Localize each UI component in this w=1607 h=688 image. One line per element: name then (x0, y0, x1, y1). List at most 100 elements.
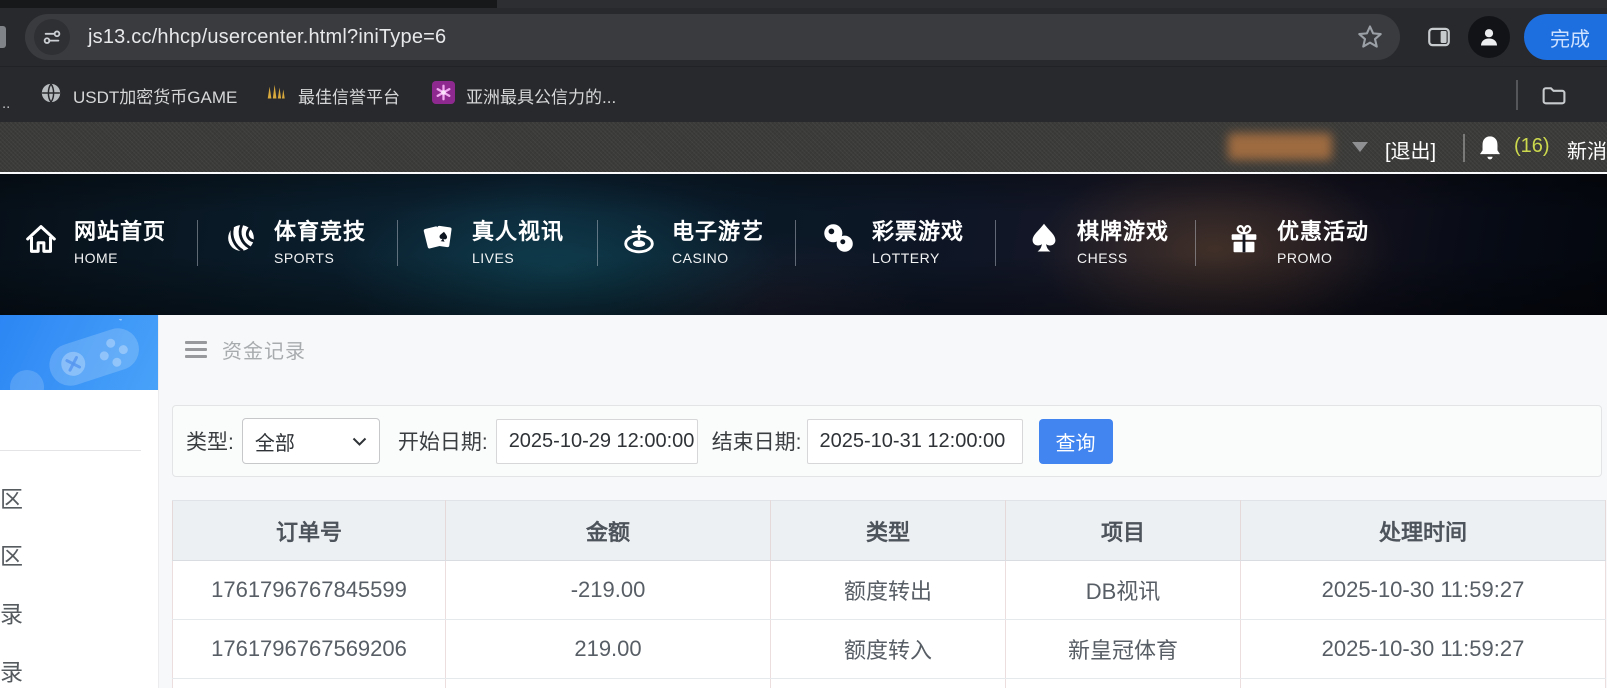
person-icon (1481, 29, 1497, 46)
nav-item-lottery[interactable]: 彩票游戏 LOTTERY (820, 214, 964, 266)
start-date-label: 开始日期: (397, 431, 488, 454)
nav-item-chess[interactable]: 棋牌游戏 CHESS (1025, 214, 1169, 266)
url-text: js13.cc/hhcp/usercenter.html?iniType=6 (88, 25, 447, 48)
gold-bars-icon (265, 82, 287, 109)
nav-zh-label: 棋牌游戏 (1077, 219, 1170, 244)
cell-type: 额度转入 (770, 619, 1006, 679)
spade-icon (1025, 219, 1063, 257)
sidebar-item[interactable]: 区 (0, 480, 48, 514)
end-date-input[interactable] (806, 418, 1023, 464)
username-redacted (1228, 133, 1332, 160)
partial-bookmark-label[interactable]: .. (2, 95, 10, 112)
type-label: 类型: (186, 431, 234, 454)
nav-en-label: SPORTS (274, 250, 335, 266)
purple-flower-icon (432, 81, 455, 109)
sidebar-item[interactable]: 录 (0, 653, 48, 687)
nav-en-label: PROMO (1277, 250, 1333, 266)
nav-divider (197, 220, 198, 266)
nav-divider (597, 220, 598, 266)
cell-order-id: 1761796767569206 (172, 619, 446, 679)
profile-avatar[interactable] (1468, 16, 1510, 58)
sidebar-item-label: 区 (0, 486, 23, 512)
cell-process-time: 2025-10-30 11:59:27 (1240, 619, 1606, 679)
query-button[interactable]: 查询 (1038, 418, 1113, 464)
table-row: 1761796767845599 -219.00 额度转出 DB视讯 2025-… (172, 560, 1606, 620)
nav-item-sports[interactable]: 体育竞技 SPORTS (222, 214, 366, 266)
cell-type: 额度转出 (770, 560, 1006, 620)
logout-link[interactable]: [退出] (1385, 135, 1436, 164)
cell-order-id: 1761796767845599 (172, 560, 446, 620)
end-date-label: 结束日期: (711, 431, 802, 454)
sports-ball-icon (222, 219, 260, 257)
site-header: [退出] (16) 新消息 (0, 122, 1607, 174)
address-bar[interactable]: js13.cc/hhcp/usercenter.html?iniType=6 (25, 14, 1400, 60)
bell-icon[interactable] (1477, 134, 1503, 167)
col-type: 类型 (770, 500, 1006, 561)
col-order-id: 订单号 (172, 500, 446, 561)
bookmark-trust-platform[interactable]: 最佳信誉平台 (265, 67, 400, 123)
nav-zh-label: 网站首页 (74, 219, 167, 244)
bookmark-asia-credibility[interactable]: 亚洲最具公信力的... (432, 67, 616, 123)
col-project: 项目 (1005, 500, 1241, 561)
controller-icon (49, 319, 139, 386)
dropdown-caret-icon[interactable] (1352, 142, 1368, 152)
gift-icon (1225, 219, 1263, 257)
sidebar-item-label: 录 (0, 601, 23, 627)
browser-toolbar: js13.cc/hhcp/usercenter.html?iniType=6 完… (0, 8, 1607, 66)
chevron-down-icon (352, 437, 367, 446)
nav-divider (397, 220, 398, 266)
main-area: 资金记录 类型: 全部 开始日期: 结束日期: 查询 订单号 (160, 315, 1607, 688)
folder-icon[interactable] (1540, 82, 1567, 114)
nav-divider (995, 220, 996, 266)
nav-item-lives[interactable]: 真人视讯 LIVES (420, 214, 564, 266)
bookmark-label: USDT加密货币GAME (73, 87, 238, 107)
col-amount: 金额 (445, 500, 771, 561)
nav-en-label: LOTTERY (872, 250, 940, 266)
home-icon (22, 219, 60, 257)
active-tab-sliver[interactable] (497, 0, 1607, 8)
page-title: 资金记录 (222, 341, 306, 363)
nav-en-label: CHESS (1077, 250, 1128, 266)
table-row-clipped (172, 678, 1606, 688)
bookmark-star-icon[interactable] (1356, 23, 1384, 51)
bookmarks-bar: .. USDT加密货币GAME 最佳信誉平台 亚洲最具公信力的... (0, 66, 1607, 122)
nav-divider (1195, 220, 1196, 266)
lottery-balls-icon (820, 219, 858, 257)
nav-zh-label: 优惠活动 (1277, 219, 1370, 244)
nav-item-casino[interactable]: 电子游艺 CASINO (620, 214, 764, 266)
cell-amount: -219.00 (445, 560, 771, 620)
table-header-row: 订单号 金额 类型 项目 处理时间 (172, 500, 1606, 561)
hamburger-icon (185, 341, 207, 358)
partial-extension-icon (0, 26, 6, 48)
sidebar-item-label: 录 (0, 659, 23, 685)
bookmark-label: 亚洲最具公信力的... (466, 87, 617, 107)
nav-item-home[interactable]: 网站首页 HOME (22, 214, 166, 266)
start-date-input[interactable] (495, 418, 698, 464)
sidebar-item-label: 区 (0, 543, 23, 569)
type-select[interactable]: 全部 (241, 418, 380, 464)
page-title-row: 资金记录 (185, 335, 306, 364)
nav-divider (795, 220, 796, 266)
done-button-label: 完成 (1550, 28, 1590, 51)
sidebar-item[interactable]: 录 (0, 595, 48, 629)
nav-en-label: CASINO (672, 250, 729, 266)
table-row: 1761796767569206 219.00 额度转入 新皇冠体育 2025-… (172, 619, 1606, 679)
sidebar-item[interactable]: 区 (0, 537, 48, 571)
cards-icon (420, 219, 458, 257)
nav-item-promo[interactable]: 优惠活动 PROMO (1225, 214, 1369, 266)
bookmark-usdt-game[interactable]: USDT加密货币GAME (40, 67, 237, 123)
new-messages-link[interactable]: 新消息 (1567, 135, 1607, 164)
bookmarks-divider (1516, 80, 1518, 110)
type-select-value: 全部 (254, 432, 295, 455)
side-panel-icon[interactable] (1426, 24, 1452, 55)
records-table: 订单号 金额 类型 项目 处理时间 1761796767845599 -219.… (172, 500, 1606, 688)
sidebar: 区 区 录 录 (0, 315, 159, 688)
message-count-badge[interactable]: (16) (1514, 135, 1550, 158)
col-process-time: 处理时间 (1240, 500, 1606, 561)
site-settings-icon[interactable] (34, 19, 70, 55)
done-button[interactable]: 完成 (1524, 14, 1607, 60)
filter-bar: 类型: 全部 开始日期: 结束日期: 查询 (172, 405, 1602, 477)
cell-project: 新皇冠体育 (1005, 619, 1241, 679)
nav-zh-label: 体育竞技 (274, 219, 367, 244)
nav-en-label: HOME (74, 250, 118, 266)
